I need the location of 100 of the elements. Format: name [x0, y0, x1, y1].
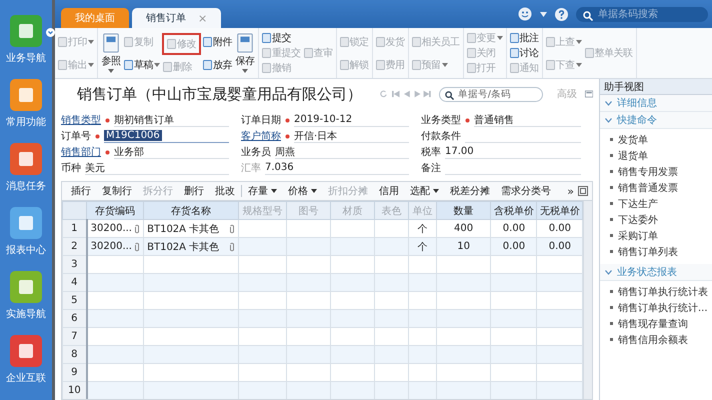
- document-icon: [101, 33, 121, 53]
- table-cell-text: BT102A 卡其色: [147, 222, 220, 236]
- smiley-icon[interactable]: [518, 7, 532, 21]
- command-link[interactable]: 销售订单执行统计表: [618, 284, 708, 298]
- input-field[interactable]: 2019-10-12: [294, 113, 409, 127]
- input-field[interactable]: 17.00: [445, 145, 581, 159]
- search-field[interactable]: 单据条码搜索: [576, 6, 708, 22]
- table-toolbar-button[interactable]: 信用: [374, 184, 404, 198]
- document-icon: [262, 32, 271, 43]
- bullet-icon: [610, 202, 613, 205]
- toolbar-button[interactable]: 放弃: [202, 58, 233, 72]
- table-toolbar-button[interactable]: 存量: [243, 184, 282, 198]
- caret-icon: [108, 69, 114, 73]
- command-link[interactable]: 销售订单列表: [618, 244, 678, 258]
- caret-icon[interactable]: [46, 28, 55, 37]
- table-toolbar-button[interactable]: 需求分类号: [496, 184, 556, 198]
- app-tile-icon[interactable]: [9, 334, 43, 368]
- chevron-down-icon[interactable]: [605, 100, 612, 106]
- document-icon: [58, 60, 67, 70]
- row-number: 2: [62, 238, 87, 256]
- toolbar-button[interactable]: 参照: [100, 33, 122, 73]
- table-toolbar-button[interactable]: 复制行: [97, 184, 137, 198]
- table-toolbar-button[interactable]: 插行: [66, 184, 96, 198]
- table-toolbar-button[interactable]: 选配: [405, 184, 444, 198]
- command-link[interactable]: 销售订单执行统计...: [618, 300, 708, 314]
- toolbar-button[interactable]: 提交: [261, 30, 302, 45]
- help-icon[interactable]: [555, 8, 568, 20]
- caret-icon[interactable]: [540, 12, 547, 16]
- record-navigation-icon[interactable]: [380, 88, 431, 100]
- command-link[interactable]: 退货单: [618, 148, 648, 162]
- app-tile-icon[interactable]: [9, 206, 43, 240]
- table-cell: 0.00: [502, 223, 526, 234]
- chevron-down-icon[interactable]: [605, 270, 612, 274]
- app-tile-icon[interactable]: [9, 78, 43, 112]
- field-label: 销售部门: [61, 146, 101, 159]
- toolbar-button[interactable]: 批注: [508, 30, 540, 45]
- table-toolbar-button[interactable]: 价格: [283, 184, 322, 198]
- toolbar-button[interactable]: 保存: [234, 33, 256, 73]
- document-icon: [340, 60, 348, 70]
- toolbar-button[interactable]: 讨论: [508, 46, 540, 60]
- command-link[interactable]: 采购订单: [618, 228, 658, 242]
- layout-icon[interactable]: [584, 89, 593, 99]
- sidebar-label[interactable]: 企业互联: [6, 371, 46, 385]
- column-header[interactable]: 含税单价: [490, 202, 537, 220]
- table-cell-text: 个: [417, 240, 428, 254]
- row-number: 6: [62, 310, 87, 328]
- field-label: 销售类型: [61, 114, 101, 127]
- command-link[interactable]: 下达生产: [618, 196, 658, 210]
- input-field[interactable]: 美元: [85, 161, 229, 175]
- sidebar-label[interactable]: 消息任务: [6, 179, 46, 193]
- search-field[interactable]: 单据号/条码: [438, 86, 543, 102]
- input-field[interactable]: 期初销售订单: [114, 113, 229, 127]
- bullet-icon: [610, 322, 613, 325]
- sidebar-label[interactable]: 常用功能: [6, 115, 46, 129]
- caret-icon: [88, 40, 94, 44]
- document-icon: [262, 63, 271, 74]
- sidebar-label[interactable]: 实施导航: [6, 307, 46, 321]
- caret-icon: [311, 189, 317, 193]
- column-header[interactable]: 存货编码: [86, 202, 144, 220]
- sidebar-label[interactable]: 报表中心: [6, 243, 46, 257]
- table-toolbar-button[interactable]: 删行: [179, 184, 209, 198]
- document-icon: [340, 36, 348, 46]
- document-icon: [412, 60, 420, 70]
- tab[interactable]: 销售订单 ×: [132, 8, 222, 28]
- input-field[interactable]: 普通销售: [474, 113, 581, 127]
- toolbar-button[interactable]: 附件: [202, 34, 233, 48]
- more-button[interactable]: »: [564, 184, 577, 198]
- app-tile-icon[interactable]: [9, 14, 43, 48]
- app-tile-icon[interactable]: [9, 142, 43, 176]
- command-link[interactable]: 销售专用发票: [618, 164, 678, 178]
- field-label: 付款条件: [421, 130, 461, 143]
- document-icon: [510, 32, 518, 43]
- toolbar-button[interactable]: 草稿: [123, 58, 161, 72]
- column-header[interactable]: 存货名称: [144, 202, 239, 220]
- input-field[interactable]: 业务部: [114, 145, 229, 159]
- maximize-icon[interactable]: [578, 186, 588, 196]
- bullet-icon: [610, 170, 613, 173]
- input-field[interactable]: 开信·日本: [294, 129, 409, 143]
- column-header[interactable]: 无税单价: [536, 202, 583, 220]
- caret-icon: [154, 62, 160, 66]
- bullet-icon: [610, 218, 613, 221]
- table-toolbar-button[interactable]: 批改: [210, 184, 240, 198]
- command-link[interactable]: 下达委外: [618, 212, 658, 226]
- row-number: 10: [62, 382, 87, 399]
- table-toolbar-button[interactable]: 税差分摊: [445, 184, 495, 198]
- command-link[interactable]: 销售普通发票: [618, 180, 678, 194]
- input-field[interactable]: 周燕: [275, 145, 409, 159]
- column-header[interactable]: 数量: [436, 202, 491, 220]
- scrollbar[interactable]: [583, 201, 592, 399]
- command-link[interactable]: 发货单: [618, 132, 648, 146]
- command-link[interactable]: 销售信用余额表: [618, 332, 688, 346]
- required-marker-icon: [105, 150, 110, 154]
- input-field[interactable]: M19C1006: [104, 129, 229, 143]
- field-label: 业务员: [241, 146, 271, 159]
- caret-icon: [496, 36, 502, 40]
- field-label: 订单日期: [241, 114, 281, 127]
- app-tile-icon[interactable]: [9, 270, 43, 304]
- sidebar-label[interactable]: 业务导航: [6, 51, 46, 65]
- command-link[interactable]: 销售现存量查询: [618, 316, 688, 330]
- chevron-down-icon[interactable]: [605, 118, 612, 122]
